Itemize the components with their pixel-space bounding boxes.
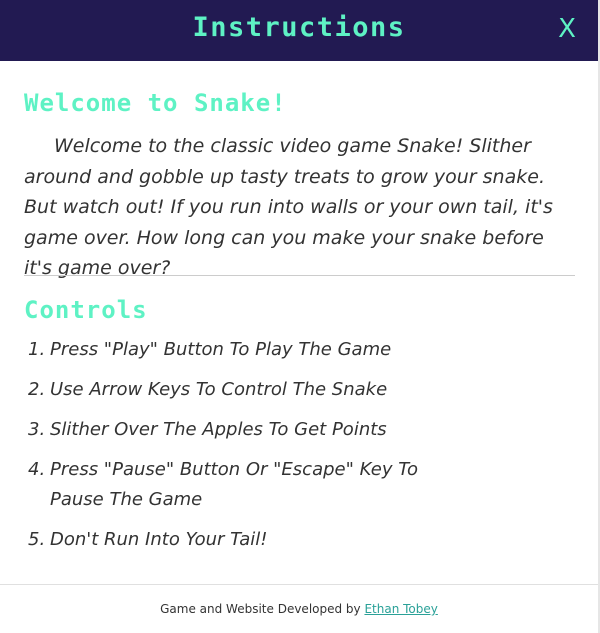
controls-item-text: Press "Play" Button To Play The Game — [50, 339, 392, 360]
instructions-modal: Instructions X Welcome to Snake! Welcome… — [0, 0, 600, 633]
modal-title: Instructions — [192, 12, 406, 43]
controls-list: 1. Press "Play" Button To Play The Game … — [24, 335, 575, 565]
controls-item-text: Slither Over The Apples To Get Points — [50, 419, 387, 440]
controls-item-number: 1. — [28, 339, 46, 360]
controls-item: 5. Don't Run Into Your Tail! — [24, 525, 575, 555]
footer-credit-text: Game and Website Developed by — [160, 602, 365, 616]
controls-item-text: Use Arrow Keys To Control The Snake — [50, 379, 388, 400]
welcome-text: Welcome to the classic video game Snake!… — [24, 135, 553, 279]
footer: Game and Website Developed by Ethan Tobe… — [0, 602, 598, 616]
controls-item: 1. Press "Play" Button To Play The Game — [24, 335, 575, 365]
controls-item-text: Don't Run Into Your Tail! — [50, 529, 268, 550]
controls-item-text: Press "Pause" Button Or "Escape" Key To … — [50, 459, 418, 510]
controls-item: 4. Press "Pause" Button Or "Escape" Key … — [24, 455, 420, 515]
controls-item: 3. Slither Over The Apples To Get Points — [24, 415, 575, 445]
controls-item-number: 5. — [28, 529, 46, 550]
section-divider — [24, 275, 575, 276]
controls-item: 2. Use Arrow Keys To Control The Snake — [24, 375, 575, 405]
modal-header: Instructions X — [0, 0, 598, 61]
controls-item-number: 3. — [28, 419, 46, 440]
close-button[interactable]: X — [552, 13, 582, 45]
welcome-heading: Welcome to Snake! — [24, 89, 287, 117]
footer-divider — [0, 584, 598, 585]
controls-item-number: 4. — [28, 459, 46, 480]
controls-heading: Controls — [24, 296, 148, 324]
controls-item-number: 2. — [28, 379, 46, 400]
author-link[interactable]: Ethan Tobey — [364, 602, 437, 616]
